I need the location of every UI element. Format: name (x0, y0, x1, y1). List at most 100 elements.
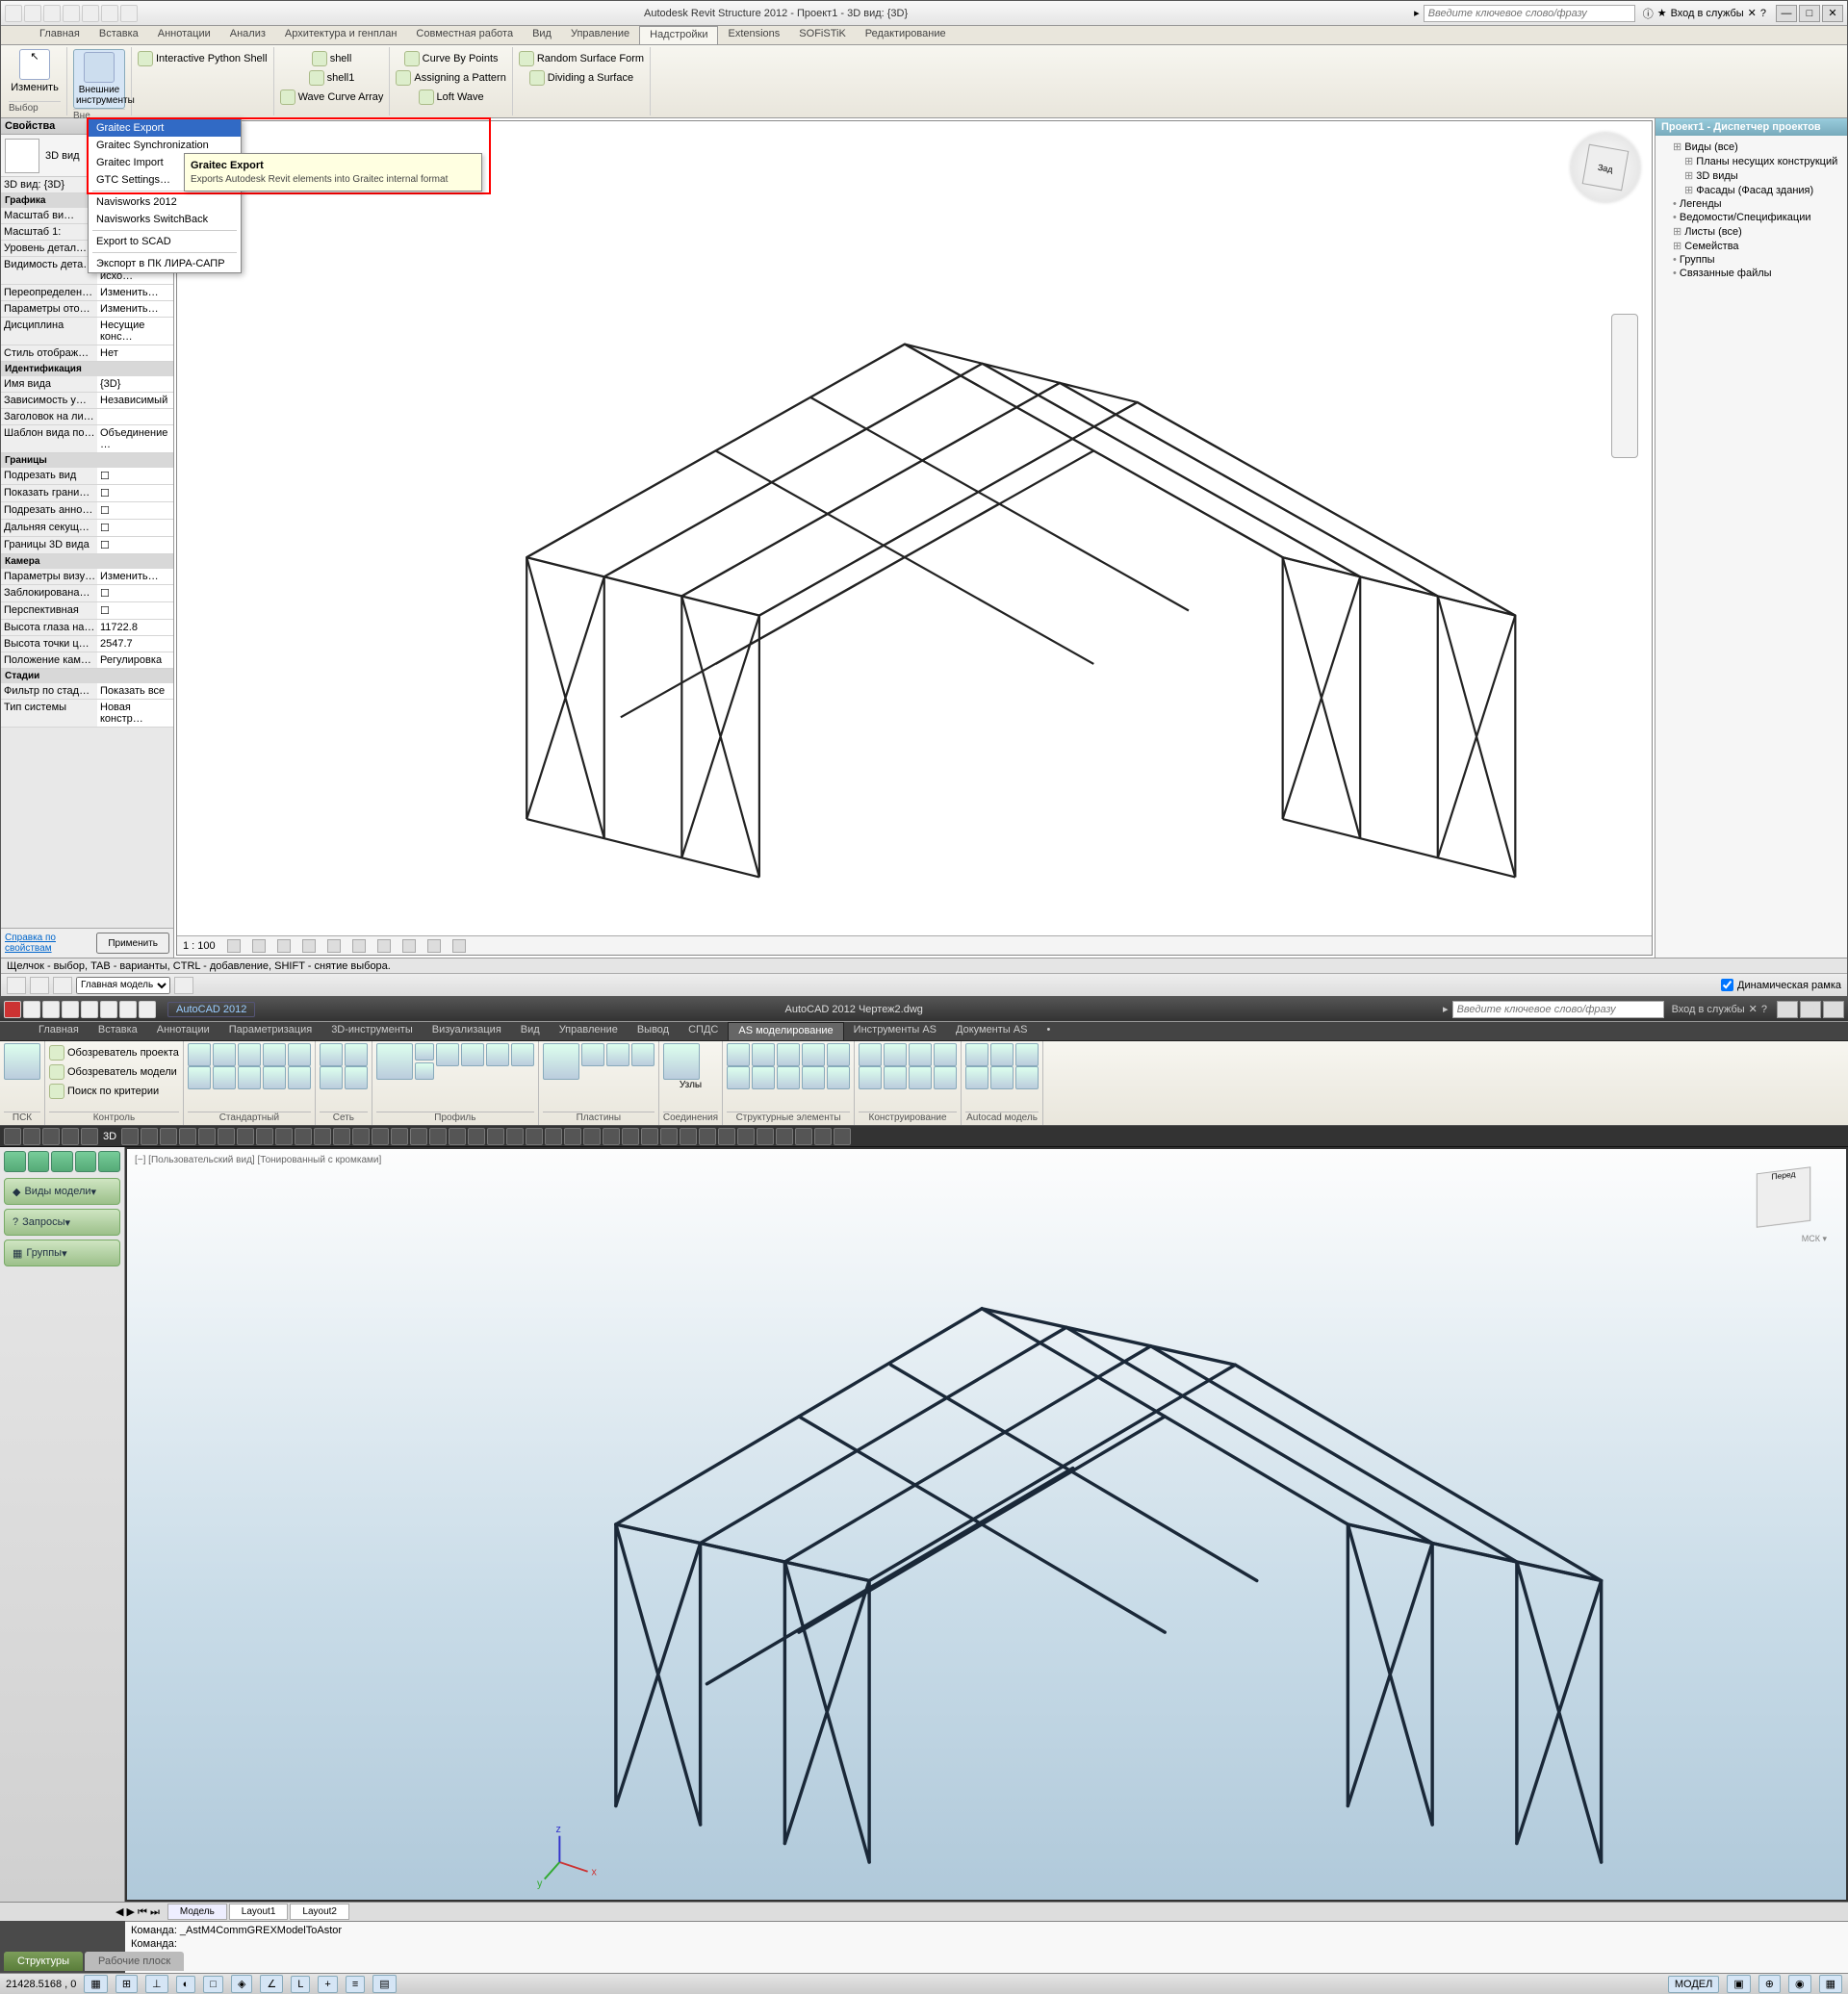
am-icon-1[interactable] (965, 1043, 988, 1066)
tb-icon[interactable] (81, 1128, 98, 1145)
property-row[interactable]: Фильтр по стад…Показать все (1, 683, 173, 700)
prop-value[interactable]: Нет (97, 345, 173, 361)
tb-icon[interactable] (834, 1128, 851, 1145)
qat-plot-icon[interactable] (100, 1001, 117, 1018)
props-help-link[interactable]: Справка по свойствам (5, 933, 96, 954)
am-icon-2[interactable] (990, 1043, 1014, 1066)
tree-groups[interactable]: Группы (1659, 253, 1843, 267)
am-icon-3[interactable] (1015, 1043, 1039, 1066)
menu-navisworks-switchback[interactable]: Navisworks SwitchBack (89, 211, 241, 228)
property-row[interactable]: Границы 3D вида☐ (1, 537, 173, 554)
atab-3[interactable]: Параметризация (219, 1022, 321, 1040)
tb-icon[interactable] (660, 1128, 678, 1145)
atab-12[interactable]: Документы AS (946, 1022, 1037, 1040)
dynamic-box-checkbox[interactable] (1721, 979, 1733, 991)
std-icon-10[interactable] (288, 1066, 311, 1089)
tb-icon[interactable] (198, 1128, 216, 1145)
prop-value[interactable]: 2547.7 (97, 636, 173, 652)
palette-model-views[interactable]: ◆ Виды модели ▾ (4, 1178, 120, 1205)
prop-value[interactable]: ☐ (97, 520, 173, 536)
grid-btn[interactable]: ⊞ (116, 1975, 138, 1993)
shell-button[interactable]: shell (312, 49, 352, 68)
reveal-icon[interactable] (452, 939, 466, 953)
tb-icon[interactable] (583, 1128, 601, 1145)
std-icon-6[interactable] (188, 1066, 211, 1089)
viewcube-face[interactable]: Перед (1757, 1166, 1810, 1227)
tb-icon[interactable] (622, 1128, 639, 1145)
tb-icon[interactable] (275, 1128, 293, 1145)
external-tools-button[interactable]: Внешние инструменты (73, 49, 125, 109)
qat-redo-icon[interactable] (82, 5, 99, 22)
crop-icon[interactable] (352, 939, 366, 953)
tree-views[interactable]: Виды (все) (1659, 140, 1843, 154)
wave-button[interactable]: Wave Curve Array (280, 88, 384, 107)
pal-tab-5[interactable] (98, 1151, 120, 1172)
model-browser-btn[interactable]: Обозреватель модели (49, 1062, 179, 1082)
tab-view[interactable]: Вид (523, 26, 561, 44)
tb-icon[interactable] (410, 1128, 427, 1145)
revit-search-input[interactable] (1424, 5, 1635, 22)
tb-icon[interactable] (218, 1128, 235, 1145)
prof-icon-3[interactable] (436, 1043, 459, 1066)
command-line[interactable]: Команда: _AstM4CommGREXModelToAstor Кома… (125, 1921, 1848, 1973)
se-icon-3[interactable] (777, 1043, 800, 1066)
con-icon-3[interactable] (909, 1043, 932, 1066)
minimize-button[interactable]: — (1776, 5, 1797, 22)
shadows-icon[interactable] (302, 939, 316, 953)
property-row[interactable]: Подрезать анно…☐ (1, 502, 173, 520)
lwt-btn[interactable]: ≡ (346, 1976, 365, 1993)
pal-tab-2[interactable] (28, 1151, 50, 1172)
se-icon-6[interactable] (727, 1066, 750, 1089)
se-icon-9[interactable] (802, 1066, 825, 1089)
atab-8[interactable]: Вывод (628, 1022, 679, 1040)
property-row[interactable]: Дальняя секущ…☐ (1, 520, 173, 537)
tb-icon[interactable] (814, 1128, 832, 1145)
grid-icon-2[interactable] (345, 1043, 368, 1066)
visual-style-icon[interactable] (252, 939, 266, 953)
acad-search-input[interactable] (1452, 1001, 1664, 1018)
qat-open-icon[interactable] (24, 5, 41, 22)
viewport-label[interactable]: [−] [Пользовательский вид] [Тонированный… (135, 1155, 381, 1165)
loft-wave-button[interactable]: Loft Wave (419, 88, 484, 107)
infocenter-icon[interactable]: ⓘ (1643, 6, 1654, 21)
login-link[interactable]: Вход в службы (1672, 1004, 1745, 1015)
tree-sheets[interactable]: Листы (все) (1659, 224, 1843, 239)
se-icon-1[interactable] (727, 1043, 750, 1066)
ucs-icon[interactable] (4, 1043, 40, 1080)
atab-5[interactable]: Визуализация (423, 1022, 511, 1040)
tb-icon[interactable] (237, 1128, 254, 1145)
tab-main[interactable]: Главная (30, 26, 90, 44)
tb-icon[interactable] (506, 1128, 524, 1145)
std-icon-8[interactable] (238, 1066, 261, 1089)
shell1-button[interactable]: shell1 (309, 68, 355, 88)
std-icon-9[interactable] (263, 1066, 286, 1089)
property-row[interactable]: Положение кам…Регулировка (1, 652, 173, 669)
am-icon-4[interactable] (965, 1066, 988, 1089)
qat-open-icon[interactable] (42, 1001, 60, 1018)
tb-icon[interactable] (545, 1128, 562, 1145)
login-link[interactable]: Вход в службы (1671, 8, 1744, 19)
close-button[interactable]: ✕ (1823, 1001, 1844, 1018)
tb-icon[interactable] (487, 1128, 504, 1145)
std-icon-7[interactable] (213, 1066, 236, 1089)
property-row[interactable]: Заголовок на ли… (1, 409, 173, 425)
tb-icon[interactable] (23, 1128, 40, 1145)
random-surface-button[interactable]: Random Surface Form (519, 49, 644, 68)
con-icon-5[interactable] (859, 1066, 882, 1089)
std-icon-5[interactable] (288, 1043, 311, 1066)
menu-navisworks[interactable]: Navisworks 2012 (89, 193, 241, 211)
prop-value[interactable]: Изменить… (97, 285, 173, 300)
python-shell-button[interactable]: Interactive Python Shell (138, 49, 268, 68)
qat-more-icon[interactable] (120, 5, 138, 22)
std-icon-3[interactable] (238, 1043, 261, 1066)
con-icon-8[interactable] (934, 1066, 957, 1089)
am-icon-6[interactable] (1015, 1066, 1039, 1089)
curve-by-points-button[interactable]: Curve By Points (404, 49, 499, 68)
atab-9[interactable]: СПДС (679, 1022, 728, 1040)
filter-icon[interactable] (174, 977, 193, 994)
detail-level-icon[interactable] (227, 939, 241, 953)
atab-1[interactable]: Вставка (89, 1022, 147, 1040)
viewcube-face[interactable]: Зад (1582, 144, 1630, 192)
beam-icon[interactable] (376, 1043, 413, 1080)
revit-3d-viewport[interactable]: Зад 1 : 100 (176, 120, 1653, 956)
